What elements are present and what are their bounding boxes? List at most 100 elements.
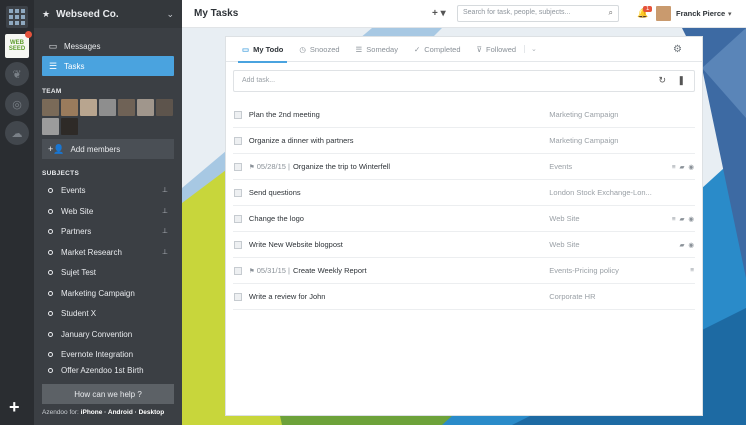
search-input[interactable]: Search for task, people, subjects... ⌕ — [457, 5, 619, 22]
tab-someday[interactable]: ☰ Someday — [348, 37, 406, 62]
task-title-with-due[interactable]: ⚑ 05/28/15 | Organize the trip to Winterfe… — [249, 162, 549, 171]
task-subject[interactable]: Marketing Campaign — [549, 136, 655, 145]
quick-add-button[interactable]: + ▾ — [432, 8, 446, 19]
subject-item[interactable]: Student X — [42, 303, 174, 323]
task-row[interactable]: Change the logo Web Site ≡ ▰ ◉ — [233, 206, 695, 232]
avatar[interactable] — [118, 99, 135, 116]
subject-item[interactable]: Offer Azendoo 1st Birth — [42, 364, 174, 376]
subject-item[interactable]: Partners ⊥ — [42, 221, 174, 241]
task-meta-icons: ≡ ▰ ◉ — [671, 215, 695, 223]
task-title[interactable]: Write New Website blogpost — [249, 240, 549, 249]
pin-icon[interactable]: ⊥ — [162, 207, 168, 215]
caret-down-icon[interactable]: ▾ — [728, 10, 732, 18]
task-subject[interactable]: Corporate HR — [549, 292, 655, 301]
task-subject[interactable]: Web Site — [549, 214, 655, 223]
workspace-icon-3[interactable]: ◎ — [5, 92, 29, 116]
task-subject[interactable]: London Stock Exchange-Lon... — [549, 188, 655, 197]
avatar[interactable] — [42, 99, 59, 116]
task-row[interactable]: Organize a dinner with partners Marketin… — [233, 128, 695, 154]
avatar[interactable] — [61, 118, 78, 135]
task-meta-icons: ▰ ◉ — [679, 241, 695, 249]
add-user-icon: +👤 — [48, 143, 65, 154]
task-row[interactable]: ⚑ 05/28/15 | Organize the trip to Winterfe… — [233, 154, 695, 180]
workspace-icon-2[interactable]: ❦ — [5, 62, 29, 86]
circle-icon — [48, 187, 53, 193]
task-title[interactable]: Send questions — [249, 188, 549, 197]
more-tabs-chevron-icon[interactable]: ⌄ — [524, 45, 543, 53]
add-task-input[interactable]: Add task... ↻ ❚ — [233, 70, 695, 92]
user-name[interactable]: Franck Pierce — [676, 9, 725, 18]
pin-icon[interactable]: ⊥ — [162, 227, 168, 235]
task-checkbox[interactable] — [234, 266, 242, 275]
avatar[interactable] — [156, 99, 173, 116]
subject-item[interactable]: Sujet Test — [42, 262, 174, 282]
task-row[interactable]: ⚑ 05/31/15 | Create Weekly Report Events-P… — [233, 258, 695, 284]
task-subject[interactable]: Web Site — [549, 240, 655, 249]
task-subject[interactable]: Events-Pricing policy — [549, 266, 655, 275]
task-due-date: 05/28/15 | — [256, 162, 290, 171]
task-checkbox[interactable] — [234, 136, 242, 145]
avatar[interactable] — [137, 99, 154, 116]
avatar[interactable] — [99, 99, 116, 116]
avatar[interactable] — [80, 99, 97, 116]
tab-my-todo[interactable]: ▭ My Todo — [234, 37, 291, 63]
workspace-switcher[interactable]: ★ Webseed Co. ⌄ — [34, 0, 182, 28]
avatar[interactable] — [61, 99, 78, 116]
list-icon: ☰ — [355, 44, 363, 54]
apps-links[interactable]: iPhone · Android · Desktop — [81, 409, 165, 416]
workspace-webseed-logo[interactable]: WEB SEED — [5, 31, 32, 58]
task-title[interactable]: Change the logo — [249, 214, 549, 223]
notification-badge[interactable]: 1 — [643, 6, 653, 12]
task-checkbox[interactable] — [234, 110, 242, 119]
chevron-down-icon: ⌄ — [166, 8, 174, 19]
task-subject[interactable]: Events — [549, 162, 655, 171]
task-checkbox[interactable] — [234, 188, 242, 197]
subject-item[interactable]: Marketing Campaign — [42, 283, 174, 303]
subject-item[interactable]: Events ⊥ — [42, 180, 174, 200]
workspace-icon-4[interactable]: ☁ — [5, 121, 29, 145]
task-title-with-due[interactable]: ⚑ 05/31/15 | Create Weekly Report — [249, 266, 549, 275]
task-checkbox[interactable] — [234, 214, 242, 223]
apps-grid-icon[interactable] — [6, 6, 28, 28]
subject-item[interactable]: Evernote Integration — [42, 344, 174, 364]
search-icon[interactable]: ⌕ — [609, 8, 613, 18]
comment-icon[interactable]: ❚ — [677, 75, 685, 86]
task-title[interactable]: Organize a dinner with partners — [249, 136, 549, 145]
task-checkbox[interactable] — [234, 292, 242, 301]
subject-item[interactable]: January Convention — [42, 324, 174, 344]
pin-icon[interactable]: ⊥ — [162, 186, 168, 194]
task-subject[interactable]: Marketing Campaign — [549, 110, 655, 119]
task-row[interactable]: Write New Website blogpost Web Site ▰ ◉ — [233, 232, 695, 258]
task-checkbox[interactable] — [234, 162, 242, 171]
pin-icon[interactable]: ⊥ — [162, 248, 168, 256]
flag-icon: ⚑ — [248, 268, 255, 275]
task-row[interactable]: Plan the 2nd meeting Marketing Campaign — [233, 102, 695, 128]
sidebar-item-messages[interactable]: ▭ Messages — [42, 36, 174, 56]
add-members-button[interactable]: +👤 Add members — [42, 139, 174, 159]
add-workspace-icon[interactable]: + — [9, 398, 20, 416]
circle-icon — [48, 249, 53, 255]
tab-snoozed[interactable]: ◷ Snoozed — [291, 37, 347, 62]
tab-completed[interactable]: ✓ Completed — [406, 37, 469, 62]
task-meta-icons: ≡ ▰ ◉ — [671, 163, 695, 171]
circle-icon — [48, 331, 53, 337]
subject-item[interactable]: Market Research ⊥ — [42, 242, 174, 262]
task-row[interactable]: Write a review for John Corporate HR — [233, 284, 695, 310]
task-row[interactable]: Send questions London Stock Exchange-Lon… — [233, 180, 695, 206]
gear-icon[interactable]: ⚙ — [673, 44, 682, 55]
top-bar: My Tasks + ▾ Search for task, people, su… — [182, 0, 746, 28]
user-avatar[interactable] — [656, 6, 671, 21]
task-checkbox[interactable] — [234, 240, 242, 249]
help-button[interactable]: How can we help ? — [42, 384, 174, 404]
circle-icon — [48, 351, 53, 357]
sidebar-item-tasks[interactable]: ☰ Tasks — [42, 56, 174, 76]
avatar[interactable] — [42, 118, 59, 135]
task-meta-icons: ≡ — [690, 267, 695, 274]
circle-icon — [48, 269, 53, 275]
page-title: My Tasks — [194, 8, 239, 19]
task-title[interactable]: Write a review for John — [249, 292, 549, 301]
task-title[interactable]: Plan the 2nd meeting — [249, 110, 549, 119]
subject-item[interactable]: Web Site ⊥ — [42, 201, 174, 221]
refresh-icon[interactable]: ↻ — [658, 75, 666, 86]
tab-followed[interactable]: ⊽ Followed — [469, 37, 525, 62]
